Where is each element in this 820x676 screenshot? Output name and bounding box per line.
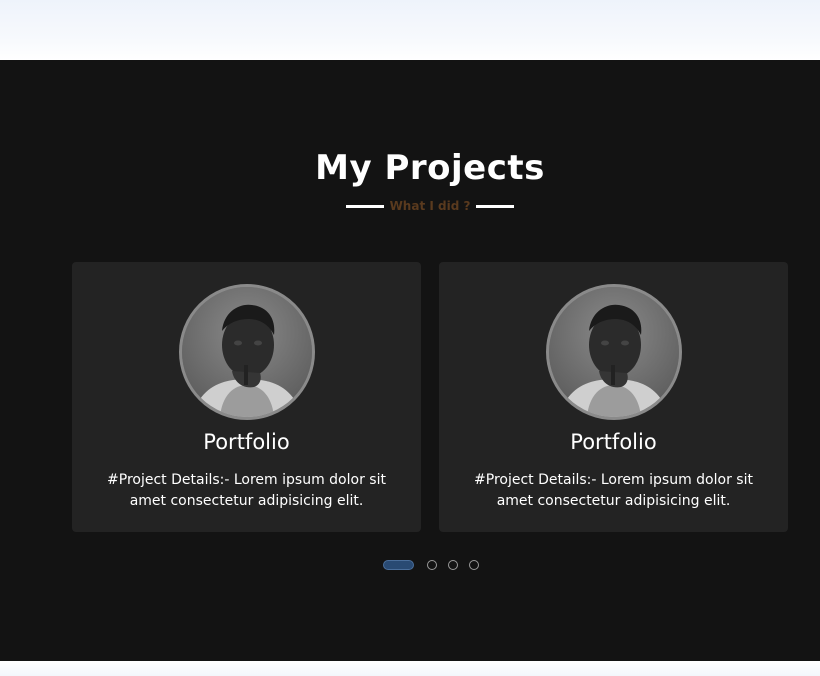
carousel-dot-3[interactable] bbox=[448, 560, 458, 570]
project-avatar-image bbox=[546, 284, 682, 420]
next-section-top bbox=[0, 661, 820, 676]
project-card[interactable]: Portfolio #Project Details:- Lorem ipsum… bbox=[72, 262, 421, 532]
section-subtitle-row: What I did ? bbox=[0, 199, 820, 213]
project-title: Portfolio bbox=[570, 430, 657, 454]
projects-section: My Projects What I did ? Portfolio #Proj… bbox=[0, 60, 820, 661]
project-description: #Project Details:- Lorem ipsum dolor sit… bbox=[474, 472, 753, 509]
carousel-pagination bbox=[383, 560, 490, 570]
project-avatar-image bbox=[179, 284, 315, 420]
subtitle-divider-left bbox=[345, 204, 384, 208]
subtitle-divider-right bbox=[476, 204, 515, 208]
section-subtitle: What I did ? bbox=[389, 199, 471, 213]
project-title: Portfolio bbox=[203, 430, 290, 454]
carousel-dot-4[interactable] bbox=[469, 560, 479, 570]
project-description: #Project Details:- Lorem ipsum dolor sit… bbox=[107, 472, 386, 509]
project-card[interactable]: Portfolio #Project Details:- Lorem ipsum… bbox=[439, 262, 788, 532]
carousel-dot-1-active[interactable] bbox=[383, 560, 414, 570]
previous-section-bottom bbox=[0, 0, 820, 60]
section-title: My Projects bbox=[315, 148, 545, 188]
carousel-dot-2[interactable] bbox=[427, 560, 437, 570]
